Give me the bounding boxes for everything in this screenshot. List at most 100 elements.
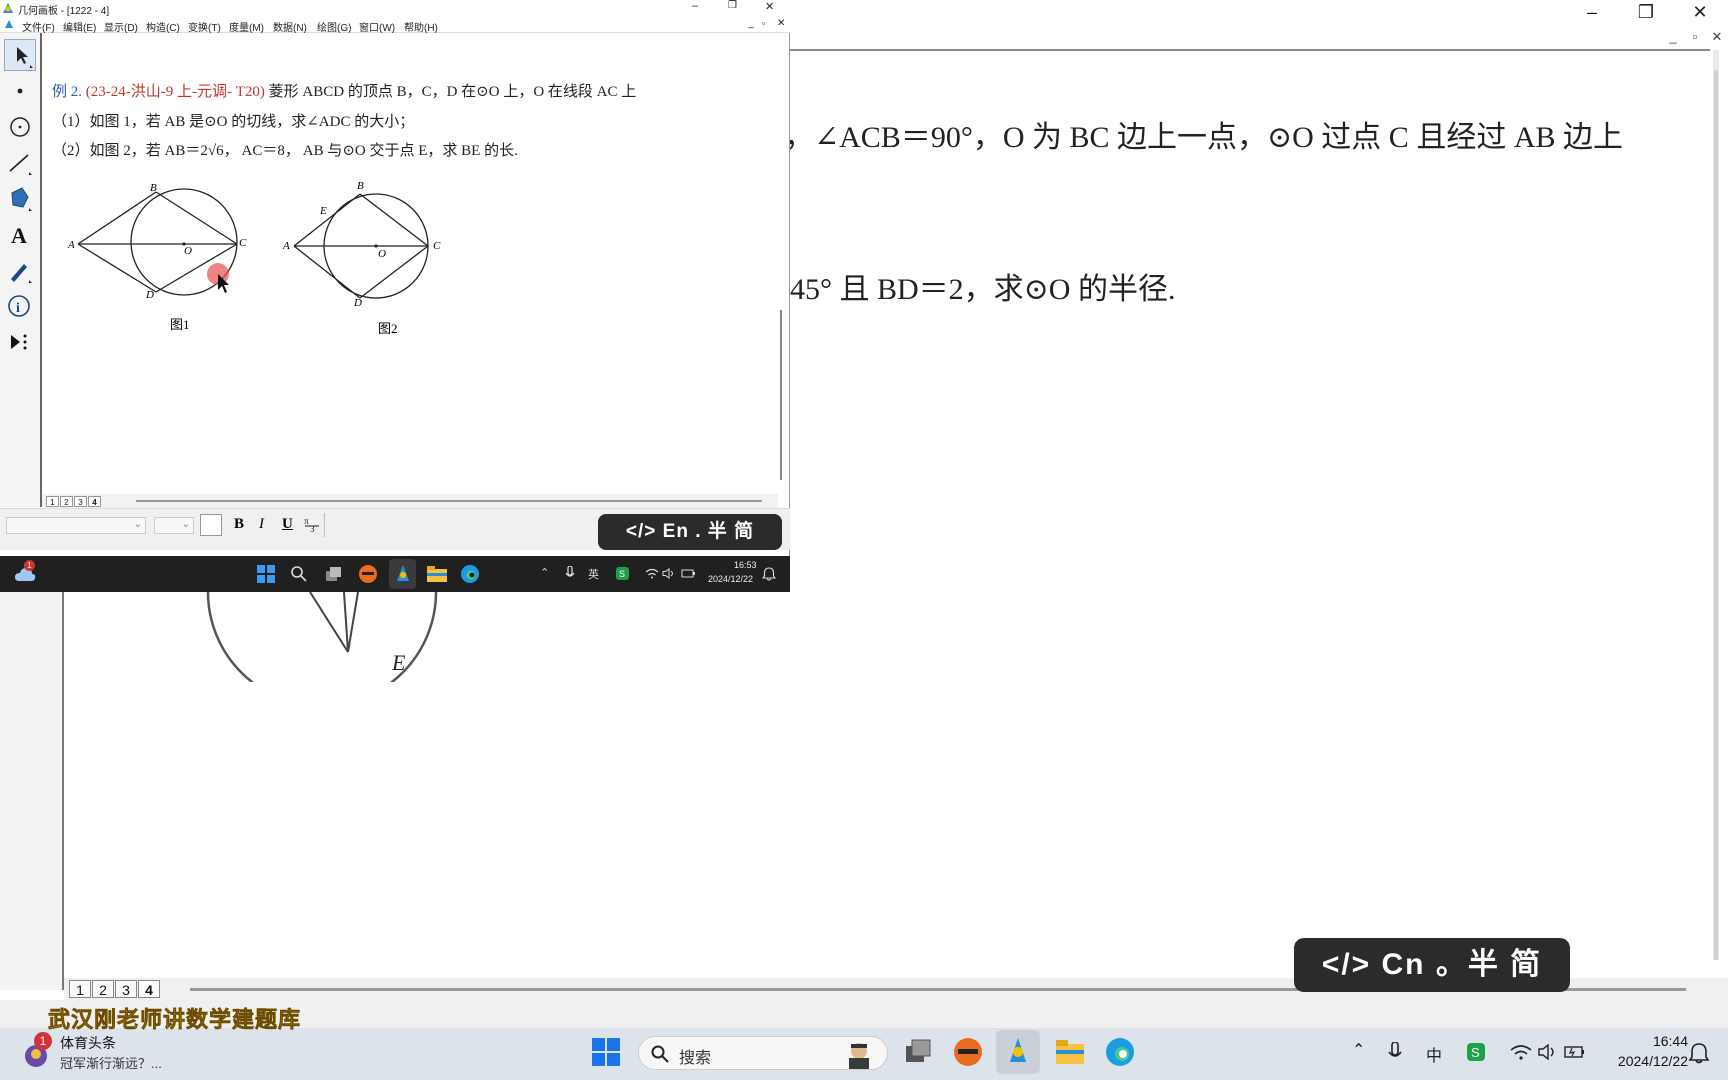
task-view-icon[interactable]	[904, 1038, 934, 1066]
ime-overlay-en: </> En . 半 简	[598, 514, 782, 550]
fig2-label-c: C	[433, 240, 441, 252]
volume-icon[interactable]	[1538, 1044, 1558, 1060]
minimize-button[interactable]: –	[1568, 0, 1616, 26]
compass-tool-icon	[10, 117, 30, 137]
mdi-close-button[interactable]: ✕	[1708, 28, 1726, 46]
menu-edit[interactable]: 编辑(E)	[63, 19, 96, 34]
restore-button[interactable]: ❐	[1622, 0, 1670, 26]
scrollbar-thumb[interactable]	[1714, 70, 1718, 960]
point-label-e: E	[392, 650, 406, 675]
menu-graph[interactable]: 绘图(G)	[317, 19, 351, 34]
battery-icon[interactable]	[681, 568, 696, 579]
mdi-restore-button[interactable]: ▫	[762, 18, 765, 28]
wifi-icon[interactable]	[1510, 1044, 1532, 1060]
menu-data[interactable]: 数据(N)	[273, 19, 307, 34]
mdi-restore-button[interactable]: ▫	[1686, 28, 1704, 46]
fig1-label-c: C	[239, 237, 247, 249]
figure-2	[293, 193, 429, 299]
volume-icon[interactable]	[662, 568, 676, 579]
notification-icon[interactable]	[1688, 1042, 1710, 1064]
page-tab-4[interactable]: 4	[138, 980, 160, 998]
polygon-tool[interactable]	[4, 183, 36, 215]
app-icon-orange[interactable]	[358, 564, 378, 584]
news-subtitle[interactable]: 冠军渐行渐远？...	[60, 1053, 162, 1072]
microphone-icon[interactable]	[1388, 1042, 1402, 1064]
taskbar-active-app[interactable]	[389, 559, 416, 589]
ime-indicator[interactable]: 中	[1426, 1042, 1442, 1066]
notification-icon[interactable]	[762, 567, 776, 581]
mdi-close-button[interactable]: ✕	[777, 18, 785, 29]
toolbox: A i	[0, 33, 42, 507]
search-highlight-icon	[849, 1043, 869, 1069]
menu-file[interactable]: 文件(F)	[22, 19, 55, 34]
file-explorer-icon[interactable]	[426, 565, 448, 583]
compass-tool[interactable]	[4, 111, 36, 143]
svg-text:A: A	[11, 223, 27, 248]
page-tab-4[interactable]: 4	[88, 496, 101, 507]
app-icon-orange[interactable]	[952, 1036, 984, 1068]
mdi-minimize-button[interactable]: _	[1664, 28, 1682, 46]
doc-icon	[5, 20, 13, 28]
edge-icon[interactable]	[460, 564, 480, 584]
taskbar-search-input[interactable]: 搜索	[638, 1036, 888, 1070]
segment-tool[interactable]	[4, 147, 36, 179]
point-tool[interactable]	[4, 75, 36, 107]
start-icon[interactable]	[257, 565, 275, 583]
sogou-icon[interactable]: S	[616, 567, 629, 580]
clock-date[interactable]: 2024/12/22	[1604, 1053, 1688, 1069]
microphone-icon[interactable]	[565, 566, 575, 581]
point-tool-icon	[17, 88, 23, 94]
menu-measure[interactable]: 度量(M)	[229, 19, 264, 34]
arrow-tool[interactable]	[4, 39, 36, 71]
segment	[343, 592, 349, 653]
page-tab-2[interactable]: 2	[92, 980, 114, 998]
bold-button[interactable]: B	[234, 516, 244, 533]
news-title[interactable]: 体育头条	[60, 1033, 116, 1053]
info-tool-icon: i	[8, 295, 30, 317]
font-family-select[interactable]: ⌄	[6, 517, 146, 534]
close-button[interactable]: ✕	[765, 0, 774, 13]
italic-button[interactable]: I	[259, 516, 264, 533]
menu-window[interactable]: 窗口(W)	[359, 19, 395, 34]
start-icon[interactable]	[592, 1038, 620, 1066]
text-tool-icon: A	[11, 223, 27, 248]
page-tabs: 1 2 3 4	[42, 494, 778, 508]
page-tab-1[interactable]: 1	[46, 496, 59, 507]
math-format-icon[interactable]: π3	[303, 514, 321, 536]
menu-transform[interactable]: 变换(T)	[188, 19, 221, 34]
front-scrollbar[interactable]	[780, 310, 782, 480]
text-tool[interactable]: A	[4, 219, 36, 251]
mdi-minimize-button[interactable]: _	[748, 18, 754, 29]
marker-tool[interactable]	[4, 255, 36, 287]
sogou-icon[interactable]: S	[1466, 1042, 1486, 1062]
chevron-up-icon[interactable]: ⌃	[1352, 1040, 1365, 1060]
search-icon[interactable]	[290, 565, 308, 583]
edge-icon[interactable]	[1104, 1036, 1136, 1068]
clock-time[interactable]: 16:53	[734, 560, 757, 570]
menu-help[interactable]: 帮助(H)	[404, 19, 438, 34]
ime-indicator[interactable]: 英	[588, 566, 599, 582]
menu-display[interactable]: 显示(D)	[104, 19, 138, 34]
file-explorer-icon[interactable]	[1054, 1036, 1086, 1066]
chevron-up-icon[interactable]: ⌃	[540, 566, 549, 579]
wifi-icon[interactable]	[645, 568, 659, 579]
page-tab-3[interactable]: 3	[115, 980, 137, 998]
figure-1	[77, 188, 238, 296]
horizontal-scrollbar[interactable]	[136, 500, 762, 502]
custom-tool[interactable]	[4, 327, 36, 359]
menu-construct[interactable]: 构造(C)	[146, 19, 180, 34]
info-tool[interactable]: i	[4, 291, 36, 323]
clock-time[interactable]: 16:44	[1640, 1033, 1688, 1049]
battery-icon[interactable]	[1564, 1044, 1586, 1060]
underline-button[interactable]: U	[282, 516, 293, 533]
font-size-select[interactable]: ⌄	[154, 517, 194, 534]
page-tab-1[interactable]: 1	[69, 980, 91, 998]
page-tab-2[interactable]: 2	[60, 496, 73, 507]
task-view-icon[interactable]	[325, 566, 343, 582]
restore-button[interactable]: ❐	[728, 0, 737, 11]
close-button[interactable]: ✕	[1676, 0, 1724, 26]
page-tab-3[interactable]: 3	[74, 496, 87, 507]
color-picker[interactable]	[200, 514, 222, 536]
minimize-button[interactable]: –	[692, 0, 698, 12]
clock-date[interactable]: 2024/12/22	[708, 574, 753, 584]
